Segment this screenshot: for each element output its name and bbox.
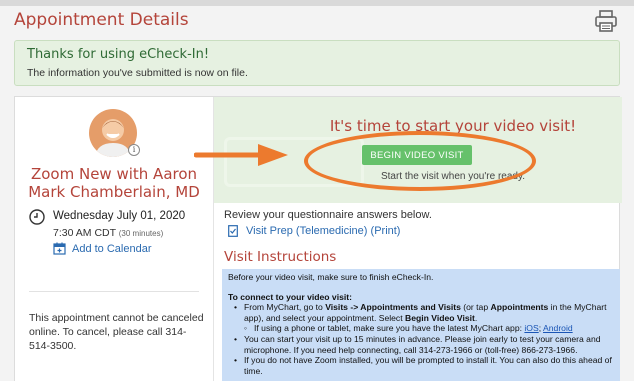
visit-instructions-box: Before your video visit, make sure to fi… (222, 269, 620, 381)
ios-link[interactable]: iOS (524, 323, 538, 333)
review-text: Review your questionnaire answers below. (224, 209, 432, 221)
clock-icon (29, 209, 45, 225)
top-bar (0, 0, 634, 6)
instructions-intro: Before your video visit, make sure to fi… (228, 272, 434, 282)
provider-name: Zoom New with Aaron Mark Chamberlain, MD (28, 165, 200, 201)
appointment-summary: i Zoom New with Aaron Mark Chamberlain, … (15, 97, 213, 381)
success-banner: Thanks for using eCheck-In! The informat… (14, 40, 620, 86)
list-item: You can start your visit up to 15 minute… (228, 334, 614, 355)
list-item: From MyChart, go to Visits -> Appointmen… (228, 302, 614, 323)
time-value: 7:30 AM CDT (53, 227, 116, 239)
cancel-note: This appointment cannot be canceled onli… (29, 312, 204, 352)
banner-message: The information you've submitted is now … (27, 67, 248, 79)
page-title: Appointment Details (14, 10, 189, 30)
calendar-icon[interactable] (53, 242, 66, 255)
print-icon[interactable] (594, 10, 618, 32)
connect-heading: To connect to your video visit: (228, 291, 352, 302)
appointment-details-panel: It's time to start your video visit! BEG… (213, 97, 622, 381)
instructions-list: From MyChart, go to Visits -> Appointmen… (228, 302, 614, 376)
divider (29, 291, 199, 292)
appointment-time: 7:30 AM CDT (30 minutes) (53, 227, 163, 239)
appointment-date: Wednesday July 01, 2020 (53, 210, 186, 222)
duration: (30 minutes) (118, 229, 164, 238)
android-link[interactable]: Android (543, 323, 573, 333)
questionnaire-link[interactable]: Visit Prep (Telemedicine) (246, 225, 367, 237)
print-link[interactable]: (Print) (371, 225, 401, 237)
list-item: If you do not have Zoom installed, you w… (228, 355, 614, 376)
questionnaire-icon (228, 225, 238, 237)
info-icon[interactable]: i (128, 144, 140, 156)
questionnaire-item: Visit Prep (Telemedicine) (Print) (246, 225, 400, 237)
add-to-calendar-link[interactable]: Add to Calendar (72, 243, 152, 255)
list-item: If using a phone or tablet, make sure yo… (228, 323, 614, 334)
banner-heading: Thanks for using eCheck-In! (27, 47, 210, 62)
visit-instructions-title: Visit Instructions (224, 249, 337, 265)
appointment-card: i Zoom New with Aaron Mark Chamberlain, … (14, 96, 622, 381)
highlight-ellipse (304, 131, 536, 191)
annotation-arrow (194, 144, 288, 166)
